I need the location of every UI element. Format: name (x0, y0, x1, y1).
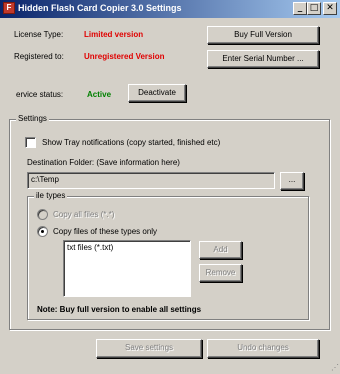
full-version-note: Note: Buy full version to enable all set… (37, 305, 202, 314)
title-bar[interactable]: F Hidden Flash Card Copier 3.0 Settings … (0, 0, 340, 18)
app-icon: F (3, 2, 15, 14)
remove-button[interactable]: Remove (199, 264, 242, 282)
file-types-caption: ile types (34, 191, 68, 200)
enter-serial-button[interactable]: Enter Serial Number ... (207, 50, 319, 68)
resize-grip-icon[interactable]: ⋰ (329, 363, 339, 373)
add-button[interactable]: Add (199, 241, 242, 259)
license-type-label: License Type: (14, 30, 64, 39)
list-item[interactable]: txt files (*.txt) (64, 241, 190, 254)
service-status-label: ervice status: (16, 90, 64, 99)
maximize-button[interactable]: □ (307, 2, 321, 15)
file-types-list[interactable]: txt files (*.txt) (63, 240, 191, 297)
close-button[interactable]: ✕ (323, 2, 337, 15)
destination-folder-input[interactable]: c:\Temp (27, 172, 275, 189)
license-type-value: Limited version (84, 30, 144, 39)
registered-to-label: Registered to: (14, 52, 64, 61)
window-title: Hidden Flash Card Copier 3.0 Settings (18, 3, 182, 13)
buy-full-version-button[interactable]: Buy Full Version (207, 26, 319, 44)
tray-notifications-label: Show Tray notifications (copy started, f… (42, 138, 221, 147)
minimize-button[interactable]: _ (293, 2, 307, 15)
radio-selected-dot (41, 230, 44, 233)
save-settings-button[interactable]: Save settings (96, 339, 202, 358)
undo-changes-button[interactable]: Undo changes (207, 339, 319, 358)
copy-all-files-label: Copy all files (*.*) (53, 210, 115, 219)
registered-to-value: Unregistered Version (84, 52, 165, 61)
browse-button[interactable]: ... (280, 172, 304, 190)
destination-folder-label: Destination Folder: (Save information he… (27, 158, 180, 167)
tray-notifications-checkbox[interactable] (25, 137, 36, 148)
service-status-value: Active (87, 90, 112, 99)
settings-group-caption: Settings (16, 114, 49, 123)
copy-all-files-radio[interactable] (37, 209, 48, 220)
deactivate-button[interactable]: Deactivate (128, 84, 186, 102)
copy-these-types-radio[interactable] (37, 226, 48, 237)
copy-these-types-label: Copy files of these types only (53, 227, 158, 236)
